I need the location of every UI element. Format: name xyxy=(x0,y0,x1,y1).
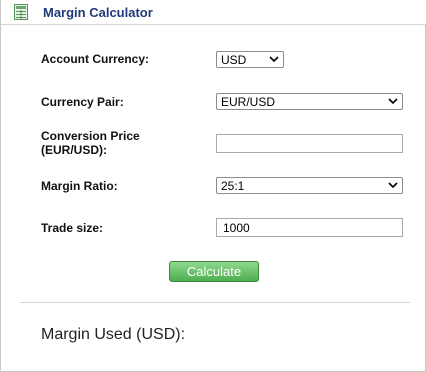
currency-pair-label: Currency Pair: xyxy=(41,95,124,109)
conversion-price-label: Conversion Price xyxy=(41,129,140,143)
trade-size-value: 1000 xyxy=(223,221,250,235)
calculator-sheet-icon xyxy=(14,4,28,20)
title-bar: Margin Calculator xyxy=(1,0,426,25)
window-title: Margin Calculator xyxy=(43,5,153,20)
chevron-down-icon xyxy=(388,98,398,105)
margin-used-label: Margin Used ( xyxy=(41,326,142,343)
margin-used-result: Margin Used (USD): xyxy=(41,326,185,344)
calculate-button[interactable]: Calculate xyxy=(169,261,259,282)
account-currency-value: USD xyxy=(221,53,247,67)
account-currency-select[interactable]: USD xyxy=(216,51,284,68)
margin-ratio-select[interactable]: 25:1 xyxy=(216,177,403,194)
trade-size-label: Trade size: xyxy=(41,221,104,235)
trade-size-input[interactable]: 1000 xyxy=(216,218,403,237)
margin-ratio-label: Margin Ratio: xyxy=(41,179,118,193)
result-currency: USD xyxy=(141,326,176,343)
currency-pair-value: EUR/USD xyxy=(221,95,276,109)
divider xyxy=(20,302,410,303)
conversion-price-input[interactable] xyxy=(216,134,403,153)
margin-used-suffix: ): xyxy=(175,326,186,343)
chevron-down-icon xyxy=(269,56,279,63)
margin-ratio-value: 25:1 xyxy=(221,179,245,193)
currency-pair-select[interactable]: EUR/USD xyxy=(216,93,403,110)
margin-calculator-window: Margin Calculator Account Currency: USD … xyxy=(0,0,426,372)
account-currency-label: Account Currency: xyxy=(41,52,150,66)
chevron-down-icon xyxy=(388,182,398,189)
conversion-price-pair-label: (EUR/USD): xyxy=(41,143,107,157)
